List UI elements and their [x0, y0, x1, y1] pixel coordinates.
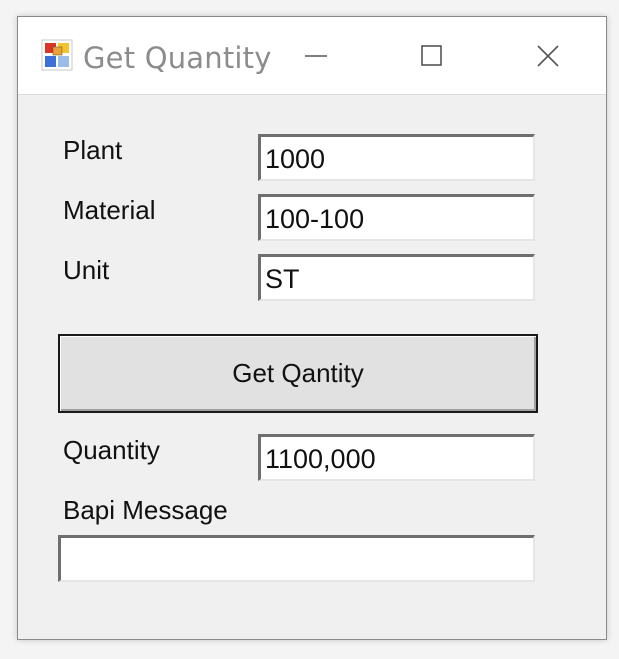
- maximize-icon: [421, 44, 442, 66]
- unit-label: Unit: [63, 255, 110, 285]
- material-input[interactable]: [258, 194, 535, 241]
- maximize-button[interactable]: [388, 17, 476, 94]
- bapi-message-label: Bapi Message: [63, 495, 228, 525]
- unit-input[interactable]: [258, 254, 535, 301]
- material-label: Material: [63, 195, 156, 225]
- plant-label: Plant: [63, 135, 123, 165]
- bapi-message-input[interactable]: [58, 535, 535, 582]
- minimize-button[interactable]: [272, 17, 360, 94]
- quantity-label: Quantity: [63, 435, 160, 465]
- close-button[interactable]: [504, 17, 592, 94]
- minimize-icon: [305, 54, 327, 57]
- close-icon: [537, 44, 559, 67]
- get-quantity-button[interactable]: Get Qantity: [58, 334, 538, 413]
- title-bar[interactable]: Get Quantity: [18, 17, 606, 95]
- plant-input[interactable]: [258, 134, 535, 181]
- get-quantity-button-label: Get Qantity: [232, 358, 364, 388]
- quantity-input[interactable]: [258, 434, 535, 481]
- winforms-app-icon: [41, 39, 73, 71]
- window-title: Get Quantity: [83, 41, 272, 75]
- get-quantity-window: Get Quantity Plant Material Unit Get Qan…: [17, 16, 607, 640]
